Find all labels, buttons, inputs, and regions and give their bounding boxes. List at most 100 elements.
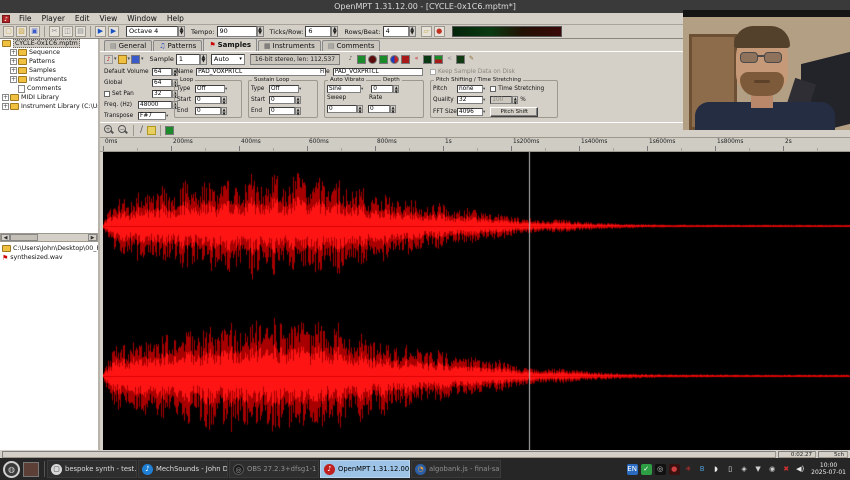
taskbar-clock[interactable]: 10:00 2025-07-01 (811, 462, 846, 476)
resample-icon[interactable] (401, 55, 410, 64)
clipboard-icon[interactable]: ▯ (725, 464, 736, 475)
time-stretching-checkbox[interactable] (490, 86, 496, 92)
media-tray-icon[interactable]: ✳ (683, 464, 694, 475)
octave-spinner[interactable]: ▲▼ (178, 26, 185, 37)
volume-icon[interactable]: ◀) (795, 464, 806, 475)
vibrato-rate-spinner[interactable]: ▲▼ (390, 105, 396, 113)
invert-icon[interactable] (434, 55, 443, 64)
show-desktop-button[interactable] (23, 462, 39, 477)
sustain-start-spinner[interactable]: ▲▼ (295, 96, 301, 104)
sample-name-field[interactable]: PAD_VOXPRTCL (196, 68, 326, 76)
loop-start-spinner[interactable]: ▲▼ (221, 96, 227, 104)
tree-item-instruments[interactable]: + Instruments (0, 75, 98, 84)
cut-icon[interactable]: ✂ (49, 26, 60, 37)
expand-icon[interactable]: + (2, 94, 9, 101)
expand-icon[interactable]: + (10, 76, 17, 83)
expand-icon[interactable]: + (2, 103, 9, 110)
loop-end-spinner[interactable]: ▲▼ (221, 107, 227, 115)
keyboard-layout-icon[interactable]: EN (627, 464, 638, 475)
security-shield-icon[interactable]: ◈ (739, 464, 750, 475)
recorder-icon[interactable]: ● (669, 464, 680, 475)
task-obs[interactable]: ◎ OBS 27.2.3+dfsg1-1 (li... (229, 460, 319, 478)
pitch-combo[interactable]: none (457, 85, 483, 93)
sustain-type-combo[interactable]: Off (269, 85, 299, 93)
loop-start-field[interactable]: 0 (195, 96, 221, 104)
draw-sample-icon[interactable]: ✎ (467, 55, 476, 64)
default-volume-field[interactable]: 64 (152, 68, 172, 76)
expand-icon[interactable]: + (10, 58, 17, 65)
task-openmpt[interactable]: ♪ OpenMPT 1.31.12.00 - [... (320, 460, 410, 478)
mic-muted-icon[interactable]: ✖ (781, 464, 792, 475)
open-sample-icon[interactable] (118, 55, 127, 64)
task-algobank[interactable]: ◔ algobank.js - final-sam... (411, 460, 501, 478)
grid-icon[interactable] (165, 126, 174, 135)
obs-tray-icon[interactable]: ◎ (655, 464, 666, 475)
keep-on-disk-checkbox[interactable] (430, 69, 436, 75)
ticks-spinner[interactable]: ▲▼ (331, 26, 338, 37)
autotune-icon[interactable] (456, 55, 465, 64)
expand-icon[interactable]: + (10, 49, 17, 56)
menu-view[interactable]: View (94, 13, 122, 24)
menu-help[interactable]: Help (162, 13, 189, 24)
tab-patterns[interactable]: ♫ Patterns (153, 40, 202, 51)
vibrato-sweep-spinner[interactable]: ▲▼ (357, 105, 363, 113)
tree-item-instrument-library[interactable]: + Instrument Library (C:\Users\John\Desk (0, 102, 98, 111)
tree-item-midi-library[interactable]: + MIDI Library (0, 93, 98, 102)
expand-icon[interactable]: + (10, 67, 17, 74)
bluetooth-icon[interactable]: B (697, 464, 708, 475)
tab-general[interactable]: ▤ General (104, 40, 152, 51)
task-bespoke-synth[interactable]: ▢ bespoke synth - test.bsk (47, 460, 137, 478)
notifications-bell-icon[interactable]: ◗ (711, 464, 722, 475)
tempo-field[interactable]: 90 (217, 26, 257, 37)
vibrato-type-combo[interactable]: Sine (327, 85, 361, 93)
tab-instruments[interactable]: ▦ Instruments (258, 40, 321, 51)
menu-window[interactable]: Window (122, 13, 162, 24)
start-menu-button[interactable]: ◍ (3, 461, 20, 478)
rows-field[interactable]: 4 (383, 26, 409, 37)
tree-item-patterns[interactable]: + Patterns (0, 57, 98, 66)
new-file-icon[interactable]: ▢ (3, 26, 14, 37)
loop-type-combo[interactable]: Off (195, 85, 225, 93)
global-volume-field[interactable]: 64 (152, 79, 172, 87)
open-file-icon[interactable]: ▨ (16, 26, 27, 37)
tree-item-sequence[interactable]: + Sequence (0, 48, 98, 57)
file-item-folder[interactable]: C:\Users\John\Desktop\00_Projects\00_Jo (0, 244, 98, 253)
wifi-icon[interactable]: ▼ (753, 464, 764, 475)
transpose-combo[interactable]: F#7 (138, 112, 166, 120)
play-from-start-icon[interactable]: ▶ (108, 26, 119, 37)
new-sample-icon[interactable]: ♪ (104, 55, 113, 64)
task-mechsounds[interactable]: ♪ MechSounds - John De... (138, 460, 228, 478)
waveform-display[interactable] (103, 152, 850, 450)
tree-item-comments[interactable]: Comments (0, 84, 98, 93)
sample-number-field[interactable]: 1 (176, 54, 200, 65)
vibrato-rate-field[interactable]: 0 (368, 105, 390, 113)
record-icon[interactable]: ● (434, 26, 445, 37)
tree-root[interactable]: CYCLE-0x1C6.mptm (0, 39, 98, 48)
normalize-icon[interactable] (357, 55, 366, 64)
updates-ok-icon[interactable]: ✓ (641, 464, 652, 475)
sample-number-spinner[interactable]: ▲▼ (200, 54, 207, 65)
pitch-shift-button[interactable]: Pitch Shift (490, 107, 538, 117)
vibrato-sweep-field[interactable]: 0 (327, 105, 357, 113)
set-pan-checkbox[interactable] (104, 91, 110, 97)
quality-field[interactable]: 32 (457, 96, 483, 104)
menu-edit[interactable]: Edit (70, 13, 95, 24)
sustain-end-field[interactable]: 0 (269, 107, 295, 115)
stretch-percent-field[interactable]: 100 (490, 96, 512, 104)
vibrato-depth-spinner[interactable]: ▲▼ (393, 85, 399, 93)
timeline-ruler[interactable]: 0ms200ms400ms600ms800ms1s1s200ms1s400ms1… (100, 137, 850, 152)
save-file-icon[interactable]: ▣ (29, 26, 40, 37)
scroll-right-arrow[interactable]: ▶ (88, 234, 97, 241)
scrollbar-thumb[interactable] (10, 234, 38, 241)
dc-offset-icon[interactable] (379, 55, 388, 64)
vibrato-depth-field[interactable]: 0 (371, 85, 393, 93)
sustain-end-spinner[interactable]: ▲▼ (295, 107, 301, 115)
tab-comments[interactable]: ▤ Comments (322, 40, 381, 51)
zoom-in-icon[interactable]: + (104, 125, 114, 135)
stereo-separation-icon[interactable] (390, 55, 399, 64)
tempo-spinner[interactable]: ▲▼ (257, 26, 264, 37)
fft-size-combo[interactable]: 4096 (457, 108, 483, 116)
rows-spinner[interactable]: ▲▼ (409, 26, 416, 37)
zoom-out-icon[interactable]: − (118, 125, 128, 135)
octave-combo[interactable]: Octave 4 (126, 26, 178, 37)
